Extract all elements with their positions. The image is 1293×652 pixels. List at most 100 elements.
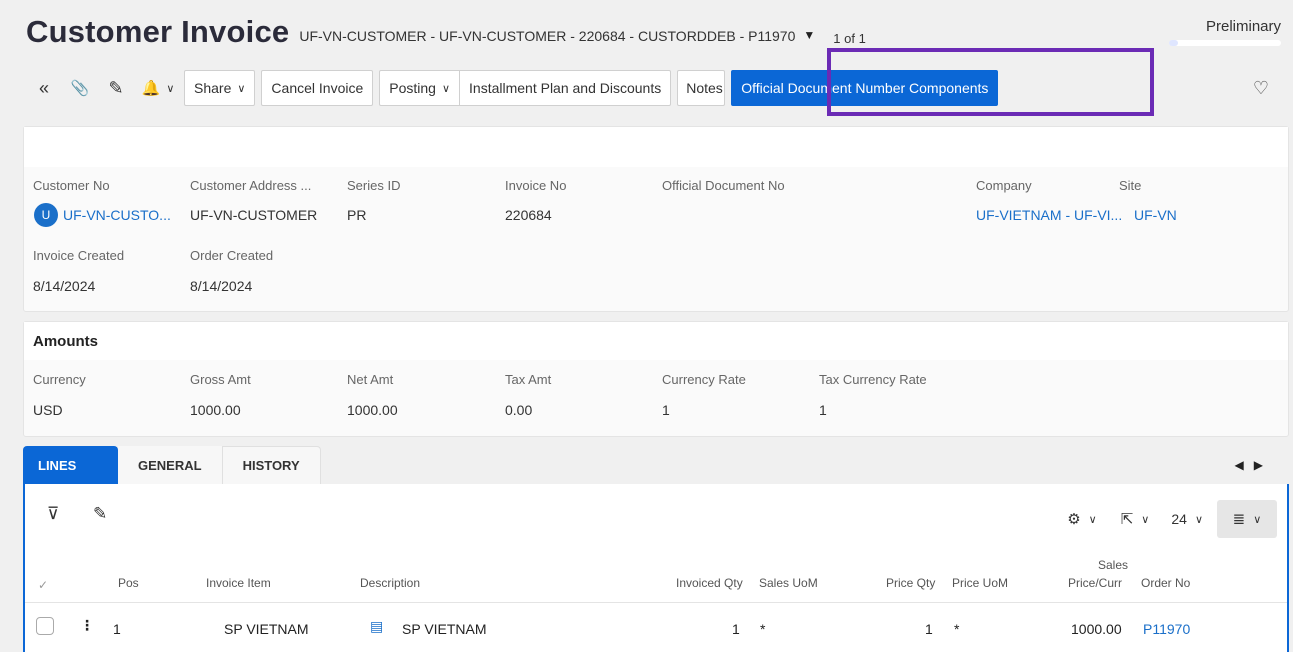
tab-general[interactable]: GENERAL [118, 446, 222, 484]
cell-price-uom: * [954, 621, 960, 637]
card-top-strip [24, 127, 1288, 167]
select-all-check-icon[interactable]: ✓ [38, 578, 48, 592]
invoice-no-value: 220684 [505, 207, 552, 223]
customer-address-label: Customer Address ... [190, 178, 312, 193]
tab-history[interactable]: HISTORY [221, 446, 321, 484]
page-size-select[interactable]: 24 ∨ [1171, 511, 1203, 527]
chevron-down-icon: ∨ [1141, 513, 1150, 526]
gross-amt-value: 1000.00 [190, 402, 241, 418]
tab-scroll-left-icon[interactable]: ◀ [1235, 458, 1254, 472]
settings-menu[interactable]: ⚙ ∨ [1067, 510, 1097, 528]
currency-label: Currency [33, 372, 86, 387]
chevron-down-icon: ∨ [166, 82, 175, 95]
cell-order-no-link[interactable]: P11970 [1143, 621, 1190, 637]
record-selector[interactable]: UF-VN-CUSTOMER - UF-VN-CUSTOMER - 220684… [299, 28, 795, 44]
amounts-title: Amounts [33, 333, 98, 350]
invoice-details-card: Customer No U UF-VN-CUSTO... Customer Ad… [23, 126, 1289, 312]
amounts-card: Amounts Currency USD Gross Amt 1000.00 N… [23, 321, 1289, 437]
posting-label: Posting [389, 80, 436, 96]
status-progress-bar [1169, 40, 1281, 46]
col-header-invoice-item[interactable]: Invoice Item [206, 576, 271, 590]
col-header-order-no[interactable]: Order No [1141, 576, 1190, 590]
collapse-icon[interactable]: « [28, 70, 60, 106]
cell-invoice-item: SP VIETNAM [224, 621, 309, 637]
net-amt-value: 1000.00 [347, 402, 398, 418]
company-link[interactable]: UF-VIETNAM - UF-VI... [976, 207, 1122, 223]
tax-currency-rate-value: 1 [819, 402, 827, 418]
lines-grid-panel: ⊽ ✎ ⚙ ∨ ⇱ ∨ 24 ∨ ≣ ∨ ✓ Pos Invoice Item … [23, 484, 1289, 652]
edit-icon[interactable]: ✎ [93, 504, 107, 524]
col-header-sales-uom[interactable]: Sales UoM [759, 576, 818, 590]
official-document-no-label: Official Document No [662, 178, 785, 193]
tab-scroll-arrows: ◀▶ [1235, 458, 1273, 472]
net-amt-label: Net Amt [347, 372, 394, 387]
row-more-icon[interactable]: ⋮ [80, 617, 94, 634]
view-mode-menu[interactable]: ≣ ∨ [1217, 500, 1277, 538]
cancel-invoice-button[interactable]: Cancel Invoice [261, 70, 374, 106]
status-area: Preliminary [1206, 18, 1281, 36]
chevron-down-icon: ∨ [1253, 513, 1262, 526]
export-icon: ⇱ [1120, 511, 1134, 528]
col-header-price-uom[interactable]: Price UoM [952, 576, 1008, 590]
document-icon[interactable]: ▤ [370, 618, 383, 635]
status-label: Preliminary [1205, 18, 1281, 35]
series-id-value: PR [347, 207, 367, 223]
share-label: Share [194, 80, 232, 96]
grid-toolbar-right: ⚙ ∨ ⇱ ∨ 24 ∨ ≣ ∨ [1053, 500, 1277, 538]
amounts-header-strip [24, 322, 1288, 360]
page-size-value: 24 [1171, 511, 1187, 527]
tax-amt-value: 0.00 [505, 402, 533, 418]
col-header-price-qty[interactable]: Price Qty [886, 576, 935, 590]
series-id-label: Series ID [347, 178, 401, 193]
col-header-sales-price-line1[interactable]: Sales [1098, 558, 1128, 572]
invoice-created-value: 8/14/2024 [33, 278, 96, 294]
invoice-no-label: Invoice No [505, 178, 567, 193]
posting-button[interactable]: Posting ∨ [379, 70, 461, 106]
caret-down-icon[interactable]: ▼ [803, 28, 815, 42]
cell-price-qty: 1 [925, 621, 933, 637]
site-link[interactable]: UF-VN [1134, 207, 1177, 223]
order-created-label: Order Created [190, 248, 274, 263]
favorite-heart-icon[interactable]: ♡ [1253, 78, 1269, 99]
tab-scroll-right-icon[interactable]: ▶ [1254, 458, 1273, 472]
cell-description: SP VIETNAM [402, 621, 487, 637]
bell-icon[interactable]: 🔔 ∨ [136, 70, 180, 106]
bell-glyph: 🔔 [141, 80, 161, 97]
customer-address-value: UF-VN-CUSTOMER [190, 207, 318, 223]
gear-icon: ⚙ [1067, 511, 1081, 528]
col-header-pos[interactable]: Pos [118, 576, 139, 590]
chevron-down-icon: ∨ [237, 82, 246, 95]
installment-plan-button[interactable]: Installment Plan and Discounts [460, 70, 672, 106]
col-header-invoiced-qty[interactable]: Invoiced Qty [676, 576, 743, 590]
share-button[interactable]: Share ∨ [184, 70, 256, 106]
cell-pos: 1 [113, 621, 121, 637]
avatar: U [34, 203, 58, 227]
chevron-down-icon: ∨ [441, 82, 451, 95]
cell-invoiced-qty: 1 [732, 621, 740, 637]
site-label: Site [1119, 178, 1142, 193]
page-title: Customer Invoice [26, 14, 290, 49]
export-menu[interactable]: ⇱ ∨ [1121, 510, 1150, 528]
edit-icon[interactable]: ✎ [100, 70, 132, 106]
filter-icon[interactable]: ⊽ [47, 504, 59, 524]
chevron-down-icon: ∨ [1088, 513, 1097, 526]
company-label: Company [976, 178, 1032, 193]
tax-amt-label: Tax Amt [505, 372, 552, 387]
currency-rate-value: 1 [662, 402, 670, 418]
row-checkbox[interactable] [36, 617, 54, 635]
customer-no-link[interactable]: UF-VN-CUSTO... [63, 207, 171, 223]
status-progress-fill [1169, 40, 1178, 46]
gross-amt-label: Gross Amt [190, 372, 251, 387]
col-header-description[interactable]: Description [360, 576, 420, 590]
col-header-sales-price-line2[interactable]: Price/Curr [1068, 576, 1122, 590]
tab-lines[interactable]: LINES [23, 446, 118, 484]
currency-value: USD [33, 402, 63, 418]
record-count: 1 of 1 [833, 31, 866, 46]
notes-button[interactable]: Notes [677, 70, 726, 106]
highlight-annotation-box [827, 48, 1154, 116]
attachment-icon[interactable]: 📎 [64, 70, 96, 106]
tax-currency-rate-label: Tax Currency Rate [819, 372, 927, 387]
chevron-down-icon: ∨ [1194, 513, 1203, 526]
title-row: Customer Invoice UF-VN-CUSTOMER - UF-VN-… [26, 14, 866, 50]
tab-bar: LINES GENERAL HISTORY [23, 446, 321, 484]
